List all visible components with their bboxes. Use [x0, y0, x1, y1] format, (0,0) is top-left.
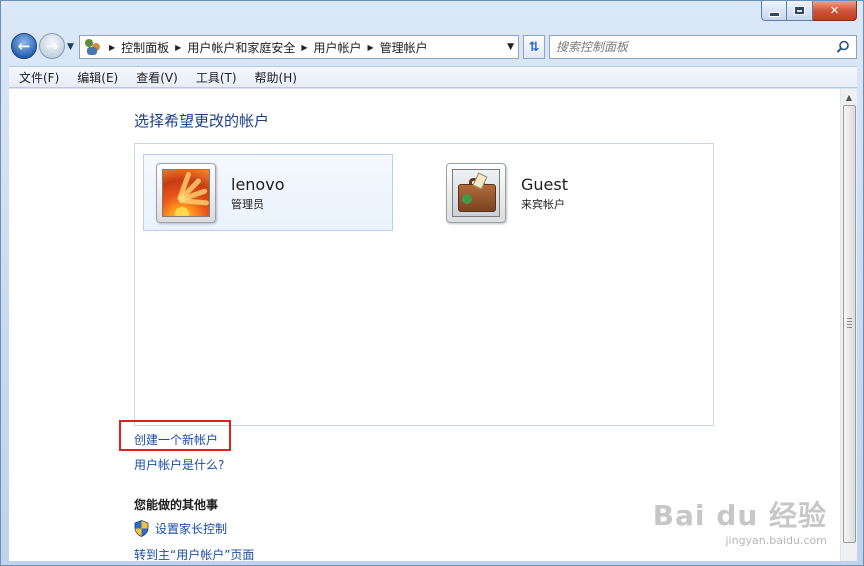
what-is-user-account-link[interactable]: 用户帐户是什么?: [134, 456, 224, 473]
content-area: 选择希望更改的帐户 lenovo 管理员 Guest 来宾帐户 创建一个新帐户 …: [9, 89, 857, 561]
forward-arrow-icon: →: [45, 37, 59, 55]
address-dropdown-icon[interactable]: ▼: [507, 42, 514, 52]
explorer-window: ✕ ← → ▼ ▶ 控制面板 ▶ 用户帐户和家庭安全 ▶ 用户帐户 ▶ 管理帐户…: [0, 0, 864, 566]
menu-bar: 文件(F) 编辑(E) 查看(V) 工具(T) 帮助(H): [9, 66, 857, 88]
search-icon[interactable]: [836, 40, 850, 54]
refresh-icon: ⇅: [528, 39, 540, 55]
accounts-panel: lenovo 管理员 Guest 来宾帐户: [134, 143, 714, 426]
recent-pages-dropdown[interactable]: ▼: [67, 42, 74, 52]
grip-icon: [847, 318, 852, 330]
caption-buttons: ✕: [761, 1, 857, 21]
go-to-main-accounts-link[interactable]: 转到主“用户帐户”页面: [134, 546, 254, 561]
other-tasks-heading: 您能做的其他事: [134, 498, 219, 512]
breadcrumb-control-panel[interactable]: 控制面板: [121, 39, 169, 56]
breadcrumb-separator-icon[interactable]: ▶: [301, 43, 307, 52]
refresh-button[interactable]: ⇅: [523, 35, 545, 59]
menu-edit[interactable]: 编辑(E): [67, 69, 126, 86]
watermark: Bai du 经验 jingyan.baidu.com: [653, 494, 827, 547]
search-box[interactable]: [549, 35, 857, 59]
search-input[interactable]: [556, 37, 836, 57]
avatar: [156, 163, 216, 223]
task-parental-controls[interactable]: 设置家长控制: [134, 520, 227, 537]
breadcrumb-user-accounts[interactable]: 用户帐户: [314, 39, 362, 56]
briefcase-avatar-icon: [452, 169, 500, 217]
menu-help[interactable]: 帮助(H): [245, 69, 305, 86]
scrollbar-thumb[interactable]: [843, 105, 856, 543]
flower-avatar-icon: [162, 169, 210, 217]
address-bar[interactable]: ▶ 控制面板 ▶ 用户帐户和家庭安全 ▶ 用户帐户 ▶ 管理帐户 ▼: [79, 35, 519, 59]
close-button[interactable]: ✕: [813, 1, 857, 21]
maximize-icon: [794, 6, 805, 15]
parental-controls-link[interactable]: 设置家长控制: [155, 520, 227, 537]
avatar: [446, 163, 506, 223]
minimize-button[interactable]: [761, 1, 787, 21]
shield-icon: [134, 520, 149, 537]
account-role: 管理员: [231, 198, 264, 211]
scroll-up-icon[interactable]: ▲: [844, 93, 854, 102]
account-name: lenovo: [231, 175, 285, 194]
minimize-icon: [768, 11, 780, 17]
page-title: 选择希望更改的帐户: [134, 112, 270, 130]
breadcrumb-separator-icon[interactable]: ▶: [175, 43, 181, 52]
menu-view[interactable]: 查看(V): [126, 69, 186, 86]
breadcrumb-separator-icon[interactable]: ▶: [109, 43, 115, 52]
navigation-row: ← → ▼ ▶ 控制面板 ▶ 用户帐户和家庭安全 ▶ 用户帐户 ▶ 管理帐户 ▼…: [9, 31, 857, 63]
account-tile-lenovo[interactable]: lenovo 管理员: [143, 154, 393, 231]
maximize-button[interactable]: [787, 1, 813, 21]
watermark-logo: Bai du 经验: [652, 499, 827, 532]
create-account-link[interactable]: 创建一个新帐户: [134, 431, 218, 448]
account-tile-guest[interactable]: Guest 来宾帐户: [433, 154, 683, 231]
breadcrumb-separator-icon[interactable]: ▶: [368, 43, 374, 52]
users-icon: [83, 38, 103, 56]
account-role: 来宾帐户: [521, 198, 565, 211]
account-name: Guest: [521, 175, 568, 194]
breadcrumb-manage-accounts[interactable]: 管理帐户: [380, 39, 428, 56]
vertical-scrollbar[interactable]: ▲: [840, 89, 857, 561]
watermark-url: jingyan.baidu.com: [725, 534, 827, 547]
menu-file[interactable]: 文件(F): [9, 69, 67, 86]
breadcrumb-user-accounts-family[interactable]: 用户帐户和家庭安全: [187, 39, 295, 56]
close-icon: ✕: [829, 4, 840, 17]
forward-button[interactable]: →: [39, 33, 65, 59]
back-button[interactable]: ←: [11, 33, 37, 59]
back-arrow-icon: ←: [17, 37, 31, 55]
menu-tools[interactable]: 工具(T): [186, 69, 245, 86]
